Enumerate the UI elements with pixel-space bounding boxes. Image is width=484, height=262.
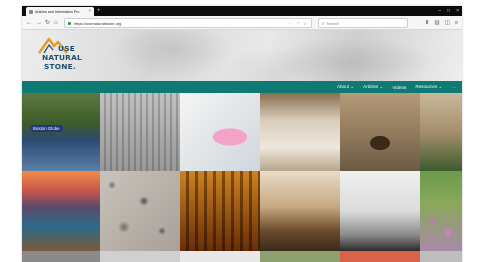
article-tile-row3-2[interactable] (100, 251, 180, 262)
browser-window: Articles and Information Pro × + – □ × ←… (22, 6, 462, 262)
article-tile-quarry-sunset[interactable] (22, 171, 100, 251)
search-input[interactable]: ⌕ Search (318, 18, 408, 28)
menu-item-about[interactable]: About ⌄ (337, 84, 354, 90)
page-actions[interactable]: ··· ♡ ☆ (288, 21, 308, 26)
site-logo[interactable]: USE NATURAL STONE. (36, 34, 96, 78)
browser-tab[interactable]: Articles and Information Pro × (26, 7, 94, 16)
tab-close-icon[interactable]: × (89, 9, 91, 13)
article-tile-house-exterior[interactable] (420, 93, 462, 171)
article-tile-garden[interactable] (420, 171, 462, 251)
minimize-button[interactable]: – (438, 8, 441, 14)
lock-icon (68, 21, 71, 25)
menu-item-resources[interactable]: Resources ⌄ (415, 84, 442, 90)
search-icon: ⌕ (322, 20, 325, 26)
article-tile-row3-5[interactable] (340, 251, 420, 262)
article-tile-countertop[interactable] (100, 93, 180, 171)
close-window-button[interactable]: × (456, 8, 459, 14)
logo-text-line2: NATURAL (42, 53, 82, 62)
url-bar[interactable]: https://usenaturalstone.org ··· ♡ ☆ (64, 18, 312, 28)
back-icon[interactable]: ← (26, 19, 32, 27)
article-tile-dining-room[interactable] (260, 171, 340, 251)
logo-text-line3: STONE. (44, 62, 76, 71)
navigation-bar: ← → ↻ ⌂ https://usenaturalstone.org ··· … (22, 16, 462, 30)
search-placeholder: Search (326, 20, 340, 26)
sidebar-icon[interactable]: ◫ (445, 19, 450, 27)
article-tile-boston[interactable]: Boston Globe (22, 93, 100, 171)
favicon-icon (29, 9, 33, 14)
menu-item-articles[interactable]: Articles ⌄ (363, 84, 383, 90)
toolbar-icons: ⬇ ▥ ◫ ≡ (425, 19, 458, 27)
menu-item-videos[interactable]: Videos (392, 85, 406, 90)
article-tile-row3-4[interactable] (260, 251, 340, 262)
article-tile-fireplace[interactable] (340, 93, 420, 171)
main-menu: About ⌄ Articles ⌄ Videos Resources ⌄ ··… (22, 81, 462, 93)
new-tab-button[interactable]: + (97, 7, 101, 15)
header-banner: USE NATURAL STONE. (22, 30, 462, 81)
tab-title: Articles and Information Pro (35, 9, 80, 14)
tile-badge-boston: Boston Globe (30, 125, 63, 132)
article-image-grid: Boston Globe (22, 93, 462, 262)
home-icon[interactable]: ⌂ (54, 19, 58, 27)
article-tile-white-kitchen[interactable] (340, 171, 420, 251)
forward-icon[interactable]: → (36, 19, 42, 27)
article-tile-granite[interactable] (100, 171, 180, 251)
article-tile-kitchen-backsplash[interactable] (260, 93, 340, 171)
logo-text-line1: USE (58, 44, 75, 53)
web-page: USE NATURAL STONE. About ⌄ Articles ⌄ Vi… (22, 30, 462, 262)
library-icon[interactable]: ▥ (434, 19, 439, 27)
maximize-button[interactable]: □ (447, 8, 450, 14)
url-text: https://usenaturalstone.org (74, 20, 122, 26)
article-tile-row3-1[interactable] (22, 251, 100, 262)
article-tile-capitol-interior[interactable] (180, 171, 260, 251)
article-tile-row3-3[interactable] (180, 251, 260, 262)
tab-bar: Articles and Information Pro × + – □ × (22, 6, 462, 16)
download-icon[interactable]: ⬇ (425, 19, 430, 27)
menu-item-more[interactable]: ··· (451, 85, 456, 90)
reload-icon[interactable]: ↻ (45, 19, 50, 27)
menu-icon[interactable]: ≡ (455, 19, 458, 27)
article-tile-cleaning[interactable] (180, 93, 260, 171)
article-tile-row3-6[interactable] (420, 251, 462, 262)
window-controls: – □ × (438, 6, 459, 16)
